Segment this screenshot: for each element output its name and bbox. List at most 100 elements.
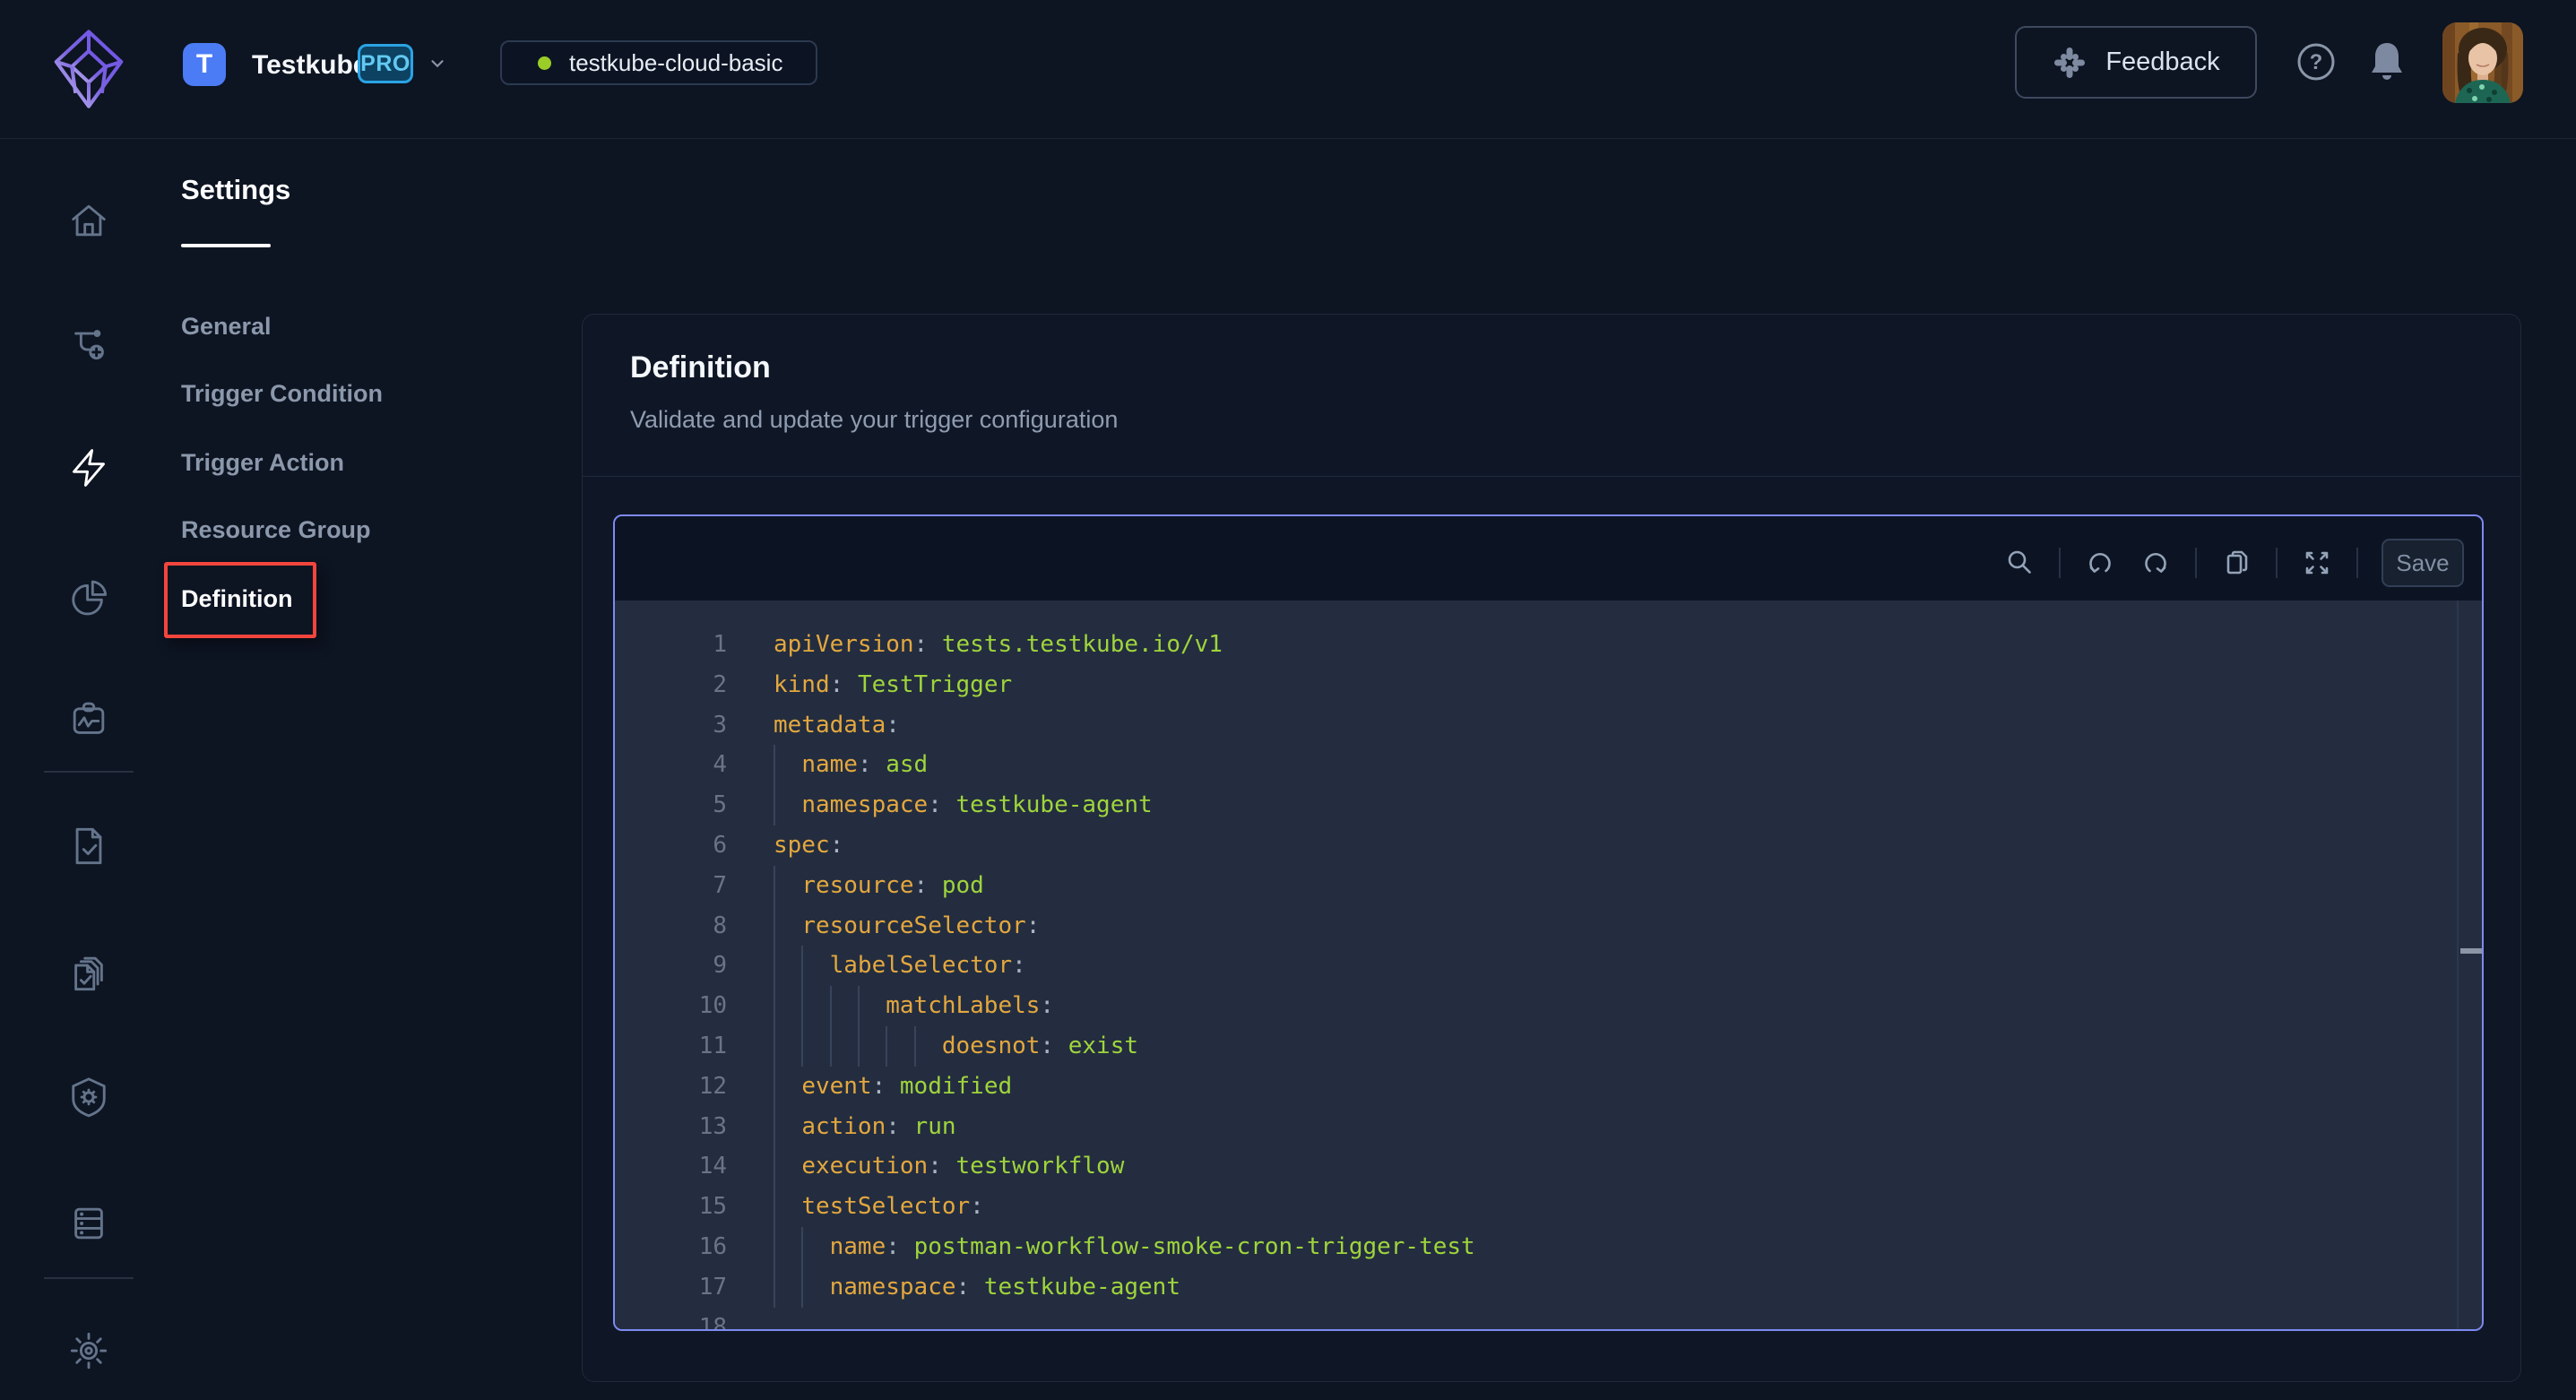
panel-subtitle: Validate and update your trigger configu… <box>630 406 1118 434</box>
line-content: namespace: testkube-agent <box>774 1267 2482 1308</box>
bell-icon[interactable] <box>2369 39 2405 82</box>
code-line[interactable]: 5 namespace: testkube-agent <box>615 785 2482 825</box>
environment-selector[interactable]: testkube-cloud-basic <box>500 40 817 85</box>
line-number: 16 <box>615 1227 727 1267</box>
testkube-logo-icon[interactable] <box>50 22 127 116</box>
org-avatar[interactable]: T <box>183 43 226 86</box>
user-avatar[interactable] <box>2442 22 2523 103</box>
indent-guide <box>801 986 803 1026</box>
panel-title: Definition <box>630 350 771 385</box>
test-suites-icon[interactable] <box>68 952 109 993</box>
help-icon[interactable]: ? <box>2295 41 2337 82</box>
indent-guide <box>774 946 775 986</box>
expand-icon[interactable] <box>2301 547 2333 579</box>
definition-panel: Definition Validate and update your trig… <box>582 314 2521 1382</box>
line-content: execution: testworkflow <box>774 1146 2482 1187</box>
test-document-icon[interactable] <box>68 825 109 867</box>
code-line[interactable]: 18 <box>615 1308 2482 1329</box>
code-line[interactable]: 11 doesnot: exist <box>615 1026 2482 1067</box>
code-line[interactable]: 7 resource: pod <box>615 866 2482 906</box>
code-line[interactable]: 8 resourceSelector: <box>615 906 2482 946</box>
code-line[interactable]: 12 event: modified <box>615 1067 2482 1107</box>
line-content: event: modified <box>774 1067 2482 1107</box>
sidebar-divider <box>44 771 134 773</box>
yaml-editor[interactable]: Save 1 apiVersion: tests.testkube.io/v1 2 k… <box>613 514 2484 1331</box>
indent-guide <box>858 1026 860 1067</box>
line-content: doesnot: exist <box>774 1026 2482 1067</box>
line-content: metadata: <box>774 705 2482 746</box>
svg-text:?: ? <box>2310 50 2323 74</box>
line-content: resourceSelector: <box>774 906 2482 946</box>
settings-nav-item-trigger-condition[interactable]: Trigger Condition <box>181 380 383 408</box>
indent-guide <box>774 1267 775 1308</box>
line-content: name: postman-workflow-smoke-cron-trigge… <box>774 1227 2482 1267</box>
code-line[interactable]: 13 action: run <box>615 1107 2482 1147</box>
top-header: T Testkube PRO testkube-cloud-basic <box>0 0 2576 139</box>
panel-divider <box>583 476 2520 477</box>
indent-guide <box>801 946 803 986</box>
search-icon[interactable] <box>2003 547 2036 579</box>
indent-guide <box>886 1026 887 1067</box>
home-icon[interactable] <box>68 200 109 241</box>
redo-icon[interactable] <box>2139 547 2172 579</box>
editor-toolbar: Save <box>615 516 2482 601</box>
settings-nav-item-general[interactable]: General <box>181 313 272 341</box>
settings-gear-icon[interactable] <box>68 1330 109 1371</box>
indent-guide <box>801 1267 803 1308</box>
toolbar-divider <box>2059 548 2061 578</box>
line-number: 5 <box>615 785 727 825</box>
copy-icon[interactable] <box>2220 547 2252 579</box>
undo-icon[interactable] <box>2084 547 2116 579</box>
indent-guide <box>858 986 860 1026</box>
code-line[interactable]: 10 matchLabels: <box>615 986 2482 1026</box>
code-line[interactable]: 3 metadata: <box>615 705 2482 746</box>
editor-body[interactable]: 1 apiVersion: tests.testkube.io/v1 2 kind: … <box>615 601 2482 1329</box>
line-number: 7 <box>615 866 727 906</box>
save-button[interactable]: Save <box>2382 539 2464 587</box>
triggers-bolt-icon[interactable] <box>68 447 109 488</box>
line-number: 3 <box>615 705 727 746</box>
feedback-button[interactable]: Feedback <box>2015 26 2257 99</box>
settings-nav-item-resource-group[interactable]: Resource Group <box>181 516 371 544</box>
chevron-down-icon[interactable] <box>428 54 447 73</box>
settings-nav-title[interactable]: Settings <box>181 174 290 206</box>
indent-guide <box>830 986 832 1026</box>
code-line[interactable]: 1 apiVersion: tests.testkube.io/v1 <box>615 625 2482 665</box>
code-line[interactable]: 4 name: asd <box>615 745 2482 785</box>
code-line[interactable]: 15 testSelector: <box>615 1187 2482 1227</box>
line-number: 17 <box>615 1267 727 1308</box>
code-line[interactable]: 2 kind: TestTrigger <box>615 665 2482 705</box>
code-line[interactable]: 16 name: postman-workflow-smoke-cron-tri… <box>615 1227 2482 1267</box>
code-line[interactable]: 17 namespace: testkube-agent <box>615 1267 2482 1308</box>
sources-server-icon[interactable] <box>68 1203 109 1244</box>
code-line[interactable]: 9 labelSelector: <box>615 946 2482 986</box>
code-line[interactable]: 6spec: <box>615 825 2482 866</box>
line-content: namespace: testkube-agent <box>774 785 2482 825</box>
line-number: 18 <box>615 1308 727 1329</box>
line-content: kind: TestTrigger <box>774 665 2482 705</box>
indent-guide <box>774 1026 775 1067</box>
slack-icon <box>2052 45 2088 81</box>
indent-guide <box>774 1187 775 1227</box>
org-name[interactable]: Testkube <box>252 50 367 81</box>
line-content: apiVersion: tests.testkube.io/v1 <box>774 625 2482 665</box>
line-number: 1 <box>615 625 727 665</box>
code-line[interactable]: 14 execution: testworkflow <box>615 1146 2482 1187</box>
user-photo <box>2442 22 2523 103</box>
pie-chart-icon[interactable] <box>68 577 109 618</box>
overview-ruler-marker[interactable] <box>2460 948 2482 954</box>
toolbar-divider <box>2195 548 2197 578</box>
env-name: testkube-cloud-basic <box>569 49 782 77</box>
feedback-label: Feedback <box>2105 48 2219 77</box>
line-number: 10 <box>615 986 727 1026</box>
line-number: 8 <box>615 906 727 946</box>
indent-guide <box>774 745 775 785</box>
indent-guide <box>774 866 775 906</box>
line-number: 15 <box>615 1187 727 1227</box>
line-content <box>774 1308 2482 1329</box>
line-number: 2 <box>615 665 727 705</box>
create-test-icon[interactable] <box>68 324 109 366</box>
settings-nav-item-trigger-action[interactable]: Trigger Action <box>181 449 344 477</box>
health-monitor-icon[interactable] <box>68 699 109 740</box>
executors-shield-icon[interactable] <box>68 1076 109 1118</box>
